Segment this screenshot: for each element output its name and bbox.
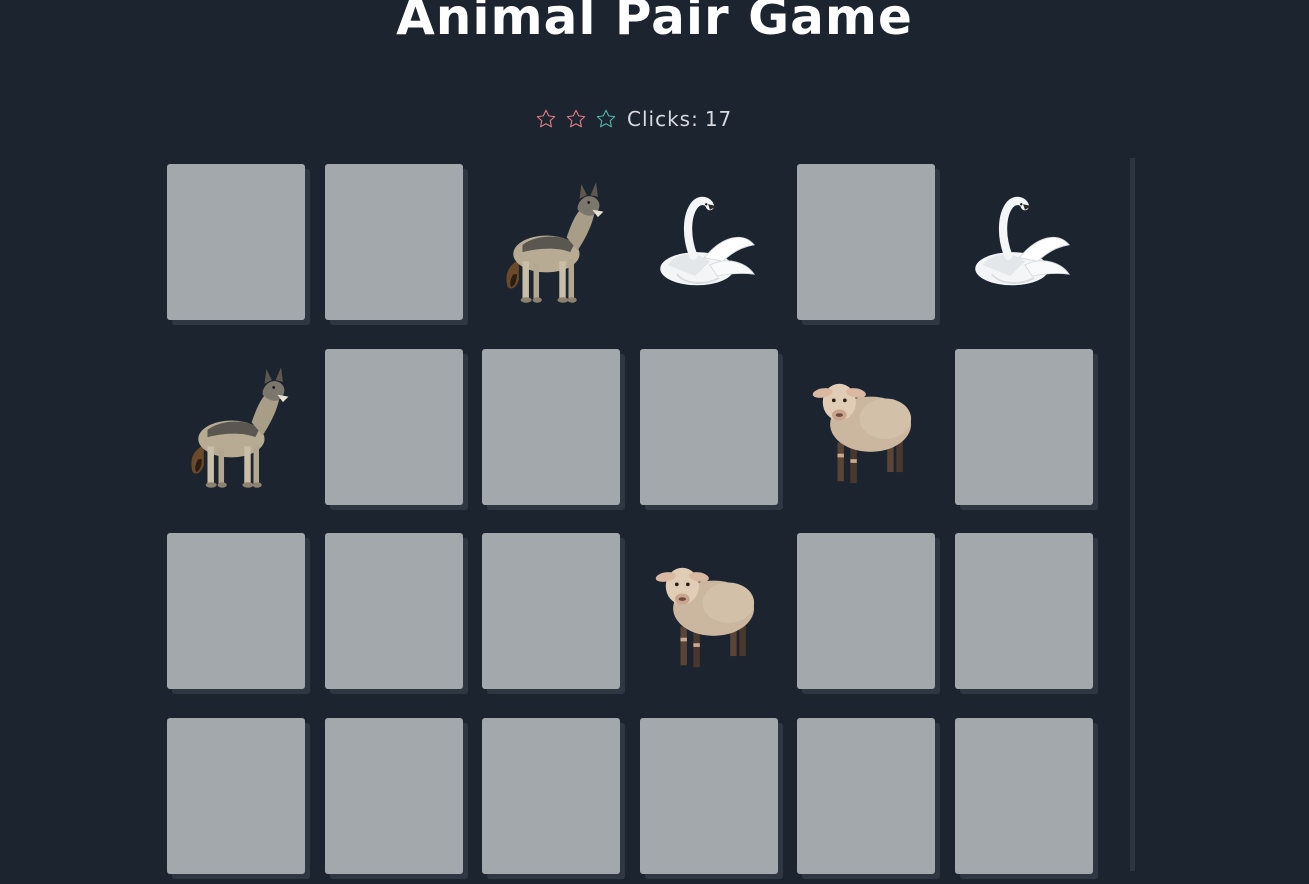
board-divider: [1130, 158, 1135, 871]
card-hidden[interactable]: [797, 533, 935, 689]
card-hidden[interactable]: [797, 164, 935, 320]
card-hidden[interactable]: [482, 718, 620, 874]
card-hidden[interactable]: [325, 718, 463, 874]
card-hidden[interactable]: [167, 164, 305, 320]
card-hidden[interactable]: [955, 533, 1093, 689]
card-hidden[interactable]: [482, 533, 620, 689]
click-counter: Clicks: 17: [627, 107, 732, 131]
card-swan[interactable]: [955, 164, 1093, 320]
card-hidden[interactable]: [640, 349, 778, 505]
card-sheep[interactable]: [640, 533, 778, 689]
card-hidden[interactable]: [955, 349, 1093, 505]
sheep-icon: [811, 383, 912, 484]
card-wolf[interactable]: [167, 349, 305, 505]
star-icon: [535, 108, 557, 130]
swan-icon: [955, 164, 1093, 320]
card-hidden[interactable]: [325, 349, 463, 505]
card-hidden[interactable]: [955, 718, 1093, 874]
clicks-label: Clicks:: [627, 107, 699, 131]
card-hidden[interactable]: [167, 533, 305, 689]
star-icon: [565, 108, 587, 130]
score-panel: Clicks: 17: [535, 105, 732, 133]
card-hidden[interactable]: [482, 349, 620, 505]
wolf-icon: [191, 367, 289, 488]
card-hidden[interactable]: [325, 164, 463, 320]
card-wolf[interactable]: [482, 164, 620, 320]
game-board: [167, 164, 1127, 884]
card-sheep[interactable]: [797, 349, 935, 505]
card-hidden[interactable]: [325, 533, 463, 689]
card-hidden[interactable]: [167, 718, 305, 874]
card-swan[interactable]: [640, 164, 778, 320]
card-hidden[interactable]: [640, 718, 778, 874]
swan-icon: [640, 164, 778, 320]
card-hidden[interactable]: [797, 718, 935, 874]
star-icon: [595, 108, 617, 130]
page-title: Animal Pair Game: [396, 0, 913, 46]
sheep-icon: [654, 567, 755, 668]
clicks-value: 17: [704, 107, 733, 131]
wolf-icon: [506, 182, 604, 303]
